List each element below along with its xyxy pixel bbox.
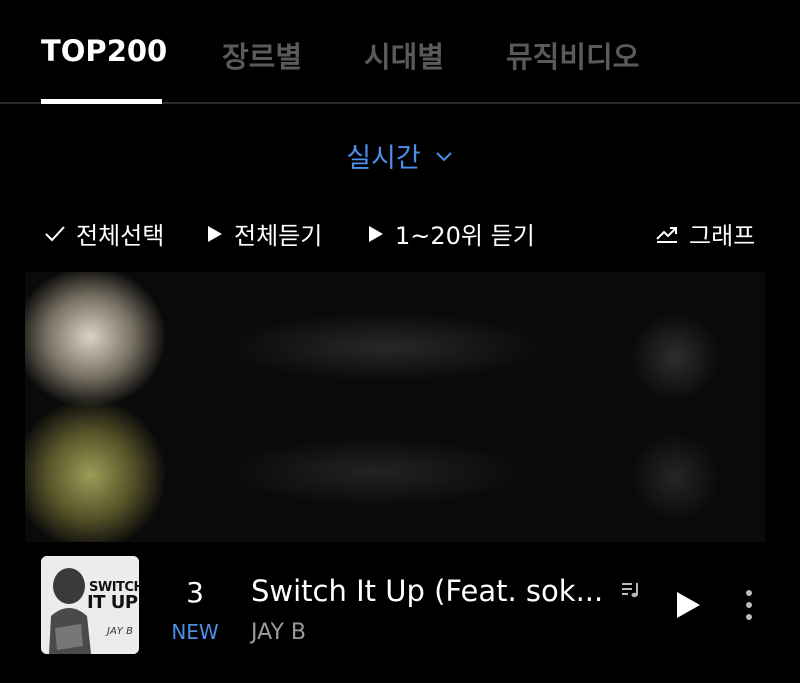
play-top20-label: 1~20위 듣기 bbox=[395, 222, 535, 250]
play-all-label: 전체듣기 bbox=[234, 222, 323, 250]
play-icon bbox=[208, 225, 222, 242]
rank-status-badge: NEW bbox=[171, 620, 219, 644]
blurred-chart-rows bbox=[25, 272, 765, 542]
blurred-cover-art bbox=[25, 272, 165, 407]
period-label: 실시간 bbox=[346, 143, 421, 174]
artist-name[interactable]: JAY B bbox=[251, 620, 306, 645]
select-all-button[interactable]: 전체선택 bbox=[44, 216, 164, 251]
tab-genre[interactable]: 장르별 bbox=[222, 34, 302, 76]
blurred-song-info bbox=[225, 437, 525, 507]
graph-button[interactable]: 그래프 bbox=[655, 216, 755, 251]
more-options-icon[interactable] bbox=[743, 588, 755, 622]
select-all-label: 전체선택 bbox=[76, 222, 165, 250]
tab-top200[interactable]: TOP200 bbox=[41, 34, 167, 68]
period-selector[interactable]: 실시간 bbox=[0, 136, 800, 175]
play-icon bbox=[369, 225, 383, 242]
cover-title-line2: IT UP bbox=[87, 592, 138, 613]
chart-toolbar: 전체선택 전체듣기 1~20위 듣기 그래프 bbox=[0, 216, 800, 250]
tab-era[interactable]: 시대별 bbox=[364, 34, 444, 76]
chevron-down-icon bbox=[436, 151, 452, 161]
play-top20-button[interactable]: 1~20위 듣기 bbox=[367, 216, 535, 251]
album-cover[interactable]: SWITCH IT UP JAY B bbox=[41, 556, 139, 654]
cover-signature: JAY B bbox=[107, 626, 133, 637]
blurred-song-info bbox=[225, 312, 545, 382]
rank-number: 3 bbox=[186, 576, 204, 609]
check-icon bbox=[45, 225, 65, 241]
top-tab-bar: TOP200 장르별 시대별 뮤직비디오 bbox=[0, 0, 800, 104]
chart-row[interactable]: SWITCH IT UP JAY B 3 NEW Switch It Up (F… bbox=[0, 552, 800, 662]
blurred-play-button bbox=[630, 312, 720, 402]
blurred-play-button bbox=[630, 432, 720, 522]
graph-label: 그래프 bbox=[689, 222, 756, 250]
lyrics-icon[interactable] bbox=[620, 580, 642, 600]
active-tab-indicator bbox=[41, 99, 162, 104]
blurred-cover-art bbox=[25, 400, 165, 542]
song-title[interactable]: Switch It Up (Feat. sok... bbox=[251, 574, 603, 608]
play-icon[interactable] bbox=[674, 590, 702, 620]
tab-music-video[interactable]: 뮤직비디오 bbox=[506, 34, 639, 76]
play-all-button[interactable]: 전체듣기 bbox=[206, 216, 322, 251]
trend-graph-icon bbox=[656, 226, 677, 243]
